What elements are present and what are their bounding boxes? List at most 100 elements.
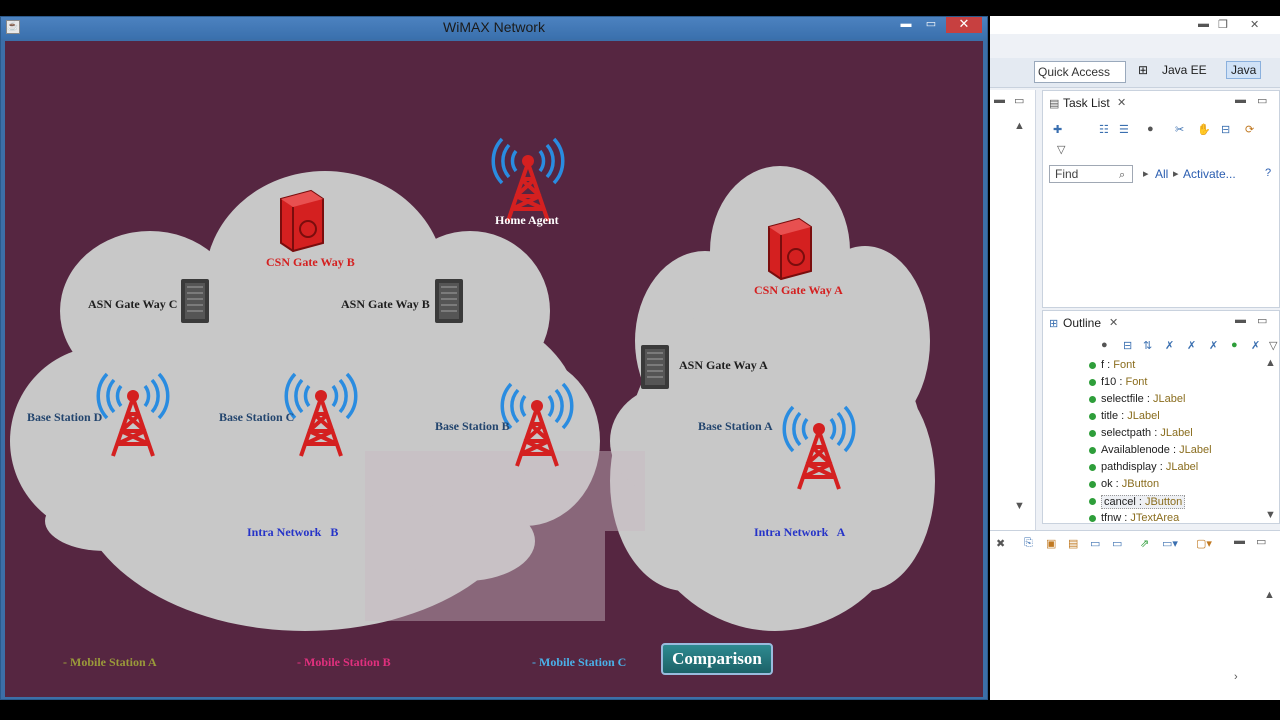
csn-gateway-a-label: CSN Gate Way A — [754, 283, 843, 297]
bottom-black-bar — [0, 700, 1280, 720]
asn-gateway-a-label: ASN Gate Way A — [679, 358, 768, 372]
bottom-panel: ✖ ⎘ ▣ ▤ ▭ ▭ ⇗ ▭▾ ▢▾ ▬ ▭ ▲ › — [990, 530, 1280, 700]
outline-item[interactable]: pathdisplay : JLabel — [1101, 461, 1198, 473]
base-station-a-label: Base Station A — [698, 419, 773, 433]
public-field-icon — [1089, 447, 1096, 454]
outline-title[interactable]: Outline — [1063, 316, 1101, 330]
restore-icon[interactable]: ❐ — [1218, 18, 1228, 31]
top-black-bar — [0, 0, 1280, 16]
maximize-icon[interactable]: ▭ — [1257, 94, 1267, 107]
outline-item-selected[interactable]: cancel : JButton — [1101, 495, 1186, 509]
hide-local-icon[interactable]: ✗ — [1251, 339, 1260, 352]
mobile-station-c-legend: - Mobile Station C — [532, 655, 627, 669]
outline-item[interactable]: selectfile : JLabel — [1101, 393, 1185, 405]
intra-network-a-label: Intra Network A — [754, 525, 846, 539]
outline-item[interactable]: Availablenode : JLabel — [1101, 444, 1212, 456]
public-icon[interactable]: ● — [1231, 339, 1238, 351]
asn-gateway-b-label: ASN Gate Way B — [341, 297, 430, 311]
view-menu-icon[interactable]: ▽ — [1269, 339, 1277, 352]
base-station-c-label: Base Station C — [219, 410, 295, 424]
editor-strip: ▬ ▭ ▲ ▼ — [990, 90, 1036, 530]
clear-icon[interactable]: ▤ — [1068, 537, 1078, 550]
outline-item[interactable]: f : Font — [1101, 359, 1135, 371]
new-console-icon[interactable]: ▢▾ — [1196, 537, 1212, 550]
close-icon[interactable]: ✕ — [1117, 96, 1126, 109]
public-field-icon — [1089, 464, 1096, 471]
minimize-icon[interactable]: ▬ — [1234, 535, 1245, 547]
window-titlebar[interactable]: ☕ WiMAX Network ▬ ▭ ✕ — [1, 17, 987, 39]
maximize-icon[interactable]: ▭ — [1257, 314, 1267, 327]
copy-icon[interactable]: ⎘ — [1024, 537, 1033, 550]
comparison-button[interactable]: Comparison — [661, 643, 773, 675]
close-icon[interactable]: ✕ — [1250, 18, 1259, 31]
hide-fields-icon[interactable]: ✗ — [1165, 339, 1174, 352]
help-icon[interactable]: ? — [1265, 167, 1271, 179]
scroll-lock-icon[interactable]: ▭ — [1112, 537, 1122, 550]
minimize-icon[interactable]: ▬ — [1235, 314, 1246, 326]
hide-static-icon[interactable]: ✗ — [1187, 339, 1196, 352]
new-task-icon[interactable]: ✚ — [1053, 123, 1062, 136]
minimize-icon[interactable]: ▬ — [1235, 94, 1246, 106]
paste-icon[interactable]: ▣ — [1046, 537, 1056, 550]
perspective-java-ee[interactable]: Java EE — [1162, 63, 1207, 77]
scroll-up-icon[interactable]: ▲ — [1265, 357, 1276, 369]
scheduled-icon[interactable]: ☰ — [1119, 123, 1129, 136]
base-station-b-label: Base Station B — [435, 419, 510, 433]
categorized-icon[interactable]: ☷ — [1099, 123, 1109, 136]
eclipse-window-controls: ▬ ❐ ✕ — [990, 16, 1280, 34]
outline-item[interactable]: f10 : Font — [1101, 376, 1147, 388]
public-field-icon — [1089, 430, 1096, 437]
close-button[interactable]: ✕ — [946, 17, 982, 33]
public-field-icon — [1089, 481, 1096, 488]
minimize-view-icon[interactable]: ⊟ — [1221, 123, 1230, 136]
public-field-icon — [1089, 498, 1096, 505]
scroll-down-icon[interactable]: ▼ — [1265, 509, 1276, 521]
collapse-icon[interactable]: ● — [1147, 123, 1154, 135]
sync-icon[interactable]: ⟳ — [1245, 123, 1254, 136]
close-icon[interactable]: ✕ — [1109, 316, 1118, 329]
outline-icon: ⊞ — [1049, 318, 1059, 330]
task-list-title[interactable]: Task List — [1063, 96, 1110, 110]
outline-item[interactable]: ok : JButton — [1101, 478, 1159, 490]
eclipse-ide: ▬ ❐ ✕ Quick Access ⊞ Java EE Java ▬ ▭ ▲ … — [990, 16, 1280, 700]
open-perspective-icon[interactable]: ⊞ — [1138, 63, 1148, 77]
display-console-icon[interactable]: ▭▾ — [1162, 537, 1178, 550]
scroll-up-icon[interactable]: ▲ — [1014, 120, 1025, 132]
minimize-icon[interactable]: ▬ — [994, 94, 1005, 106]
chevron-right-icon: ▸ — [1143, 168, 1149, 180]
quick-access-input[interactable]: Quick Access — [1034, 61, 1126, 83]
scroll-right-icon[interactable]: › — [1234, 671, 1238, 683]
remove-icon[interactable]: ✖ — [996, 537, 1005, 550]
filter-icon[interactable]: ● — [1101, 339, 1108, 351]
scroll-up-icon[interactable]: ▲ — [1264, 589, 1275, 601]
network-diagram — [10, 137, 935, 631]
pin-icon[interactable]: ▭ — [1090, 537, 1100, 550]
filter-all-link[interactable]: All — [1155, 167, 1168, 181]
asn-gateway-c-label: ASN Gate Way C — [88, 297, 178, 311]
csn-gateway-a-firewall-icon — [768, 218, 812, 280]
open-console-icon[interactable]: ⇗ — [1140, 537, 1149, 550]
perspective-java[interactable]: Java — [1226, 61, 1262, 79]
outline-item[interactable]: title : JLabel — [1101, 410, 1160, 422]
hide-nonpublic-icon[interactable]: ✗ — [1209, 339, 1218, 352]
minimize-button[interactable]: ▬ — [896, 17, 916, 33]
outline-item[interactable]: tfnw : JTextArea — [1101, 512, 1179, 524]
maximize-icon[interactable]: ▭ — [1014, 94, 1024, 107]
focus-icon[interactable]: ✋ — [1197, 123, 1211, 136]
activate-link[interactable]: Activate... — [1183, 167, 1236, 181]
maximize-button[interactable]: ▭ — [921, 17, 941, 33]
mobile-station-a-legend: - Mobile Station A — [63, 655, 157, 669]
maximize-icon[interactable]: ▭ — [1256, 535, 1266, 548]
csn-gateway-b-firewall-icon — [280, 190, 324, 252]
minimize-icon[interactable]: ▬ — [1198, 18, 1209, 30]
hide-completed-icon[interactable]: ✂ — [1175, 123, 1184, 136]
asn-gateway-a-server-icon — [640, 344, 670, 390]
scroll-down-icon[interactable]: ▼ — [1014, 500, 1025, 512]
task-list-icon: ▤ — [1049, 98, 1060, 110]
public-field-icon — [1089, 379, 1096, 386]
view-menu-icon[interactable]: ▽ — [1057, 143, 1065, 156]
outline-item[interactable]: selectpath : JLabel — [1101, 427, 1193, 439]
chevron-right-icon: ▸ — [1173, 168, 1179, 180]
collapse-all-icon[interactable]: ⊟ — [1123, 339, 1132, 352]
sort-icon[interactable]: ⇅ — [1143, 339, 1152, 352]
